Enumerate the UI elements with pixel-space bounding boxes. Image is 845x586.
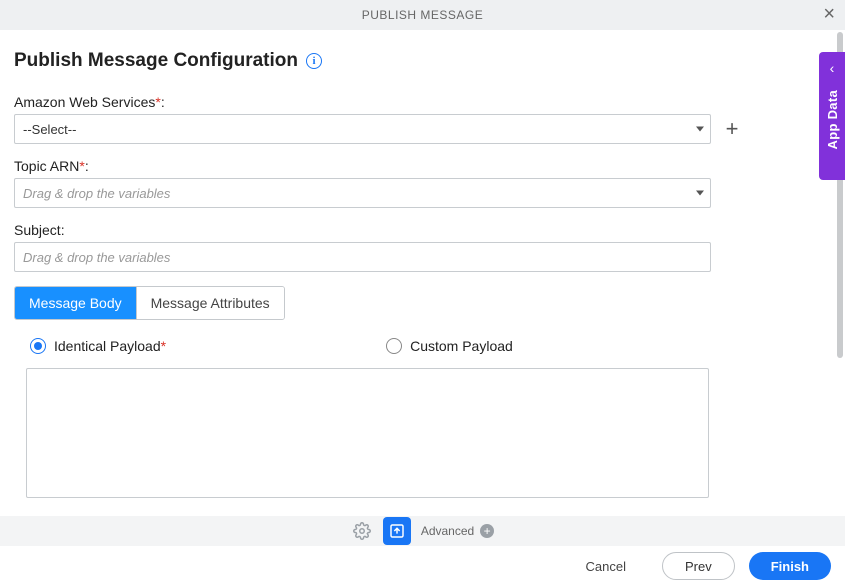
close-icon[interactable]: × (823, 3, 835, 26)
chevron-down-icon[interactable] (696, 191, 704, 196)
chevron-down-icon (696, 127, 704, 132)
dialog-content: Publish Message Configuration i Amazon W… (0, 30, 845, 516)
titlebar: PUBLISH MESSAGE × (0, 0, 845, 30)
radio-icon (30, 338, 46, 354)
radio-icon (386, 338, 402, 354)
titlebar-title: PUBLISH MESSAGE (362, 8, 484, 22)
radio-custom-payload[interactable]: Custom Payload (386, 338, 513, 354)
topic-input[interactable] (23, 186, 682, 201)
field-aws: Amazon Web Services*: --Select-- + (14, 94, 831, 144)
prev-button[interactable]: Prev (662, 552, 735, 580)
message-tabs: Message Body Message Attributes (14, 286, 285, 320)
finish-button[interactable]: Finish (749, 552, 831, 580)
aws-select[interactable]: --Select-- (14, 114, 711, 144)
subject-input-wrapper[interactable] (14, 242, 711, 272)
plus-circle-icon: + (480, 524, 494, 538)
payload-radio-group: Identical Payload* Custom Payload (14, 338, 831, 354)
topic-label: Topic ARN*: (14, 158, 831, 174)
page-title: Publish Message Configuration (14, 50, 298, 72)
tab-message-attributes[interactable]: Message Attributes (136, 287, 284, 319)
field-subject: Subject: (14, 222, 831, 272)
chevron-left-icon: ‹ (830, 60, 835, 76)
bottom-toolbar: Advanced + (0, 516, 845, 546)
advanced-toggle[interactable]: Advanced + (421, 524, 494, 538)
upload-icon[interactable] (383, 517, 411, 545)
payload-textarea[interactable] (26, 368, 709, 498)
cancel-button[interactable]: Cancel (564, 552, 648, 580)
topic-input-wrapper[interactable] (14, 178, 711, 208)
info-icon[interactable]: i (306, 53, 322, 69)
tab-message-body[interactable]: Message Body (15, 287, 136, 319)
add-aws-button[interactable]: + (721, 118, 743, 140)
aws-label: Amazon Web Services*: (14, 94, 831, 110)
subject-label: Subject: (14, 222, 831, 238)
subject-input[interactable] (23, 250, 682, 265)
radio-identical-payload[interactable]: Identical Payload* (30, 338, 166, 354)
gear-icon[interactable] (351, 520, 373, 542)
dialog-footer: Cancel Prev Finish (0, 546, 845, 586)
field-topic: Topic ARN*: (14, 158, 831, 208)
app-data-drawer-tab[interactable]: ‹ App Data (819, 52, 845, 180)
